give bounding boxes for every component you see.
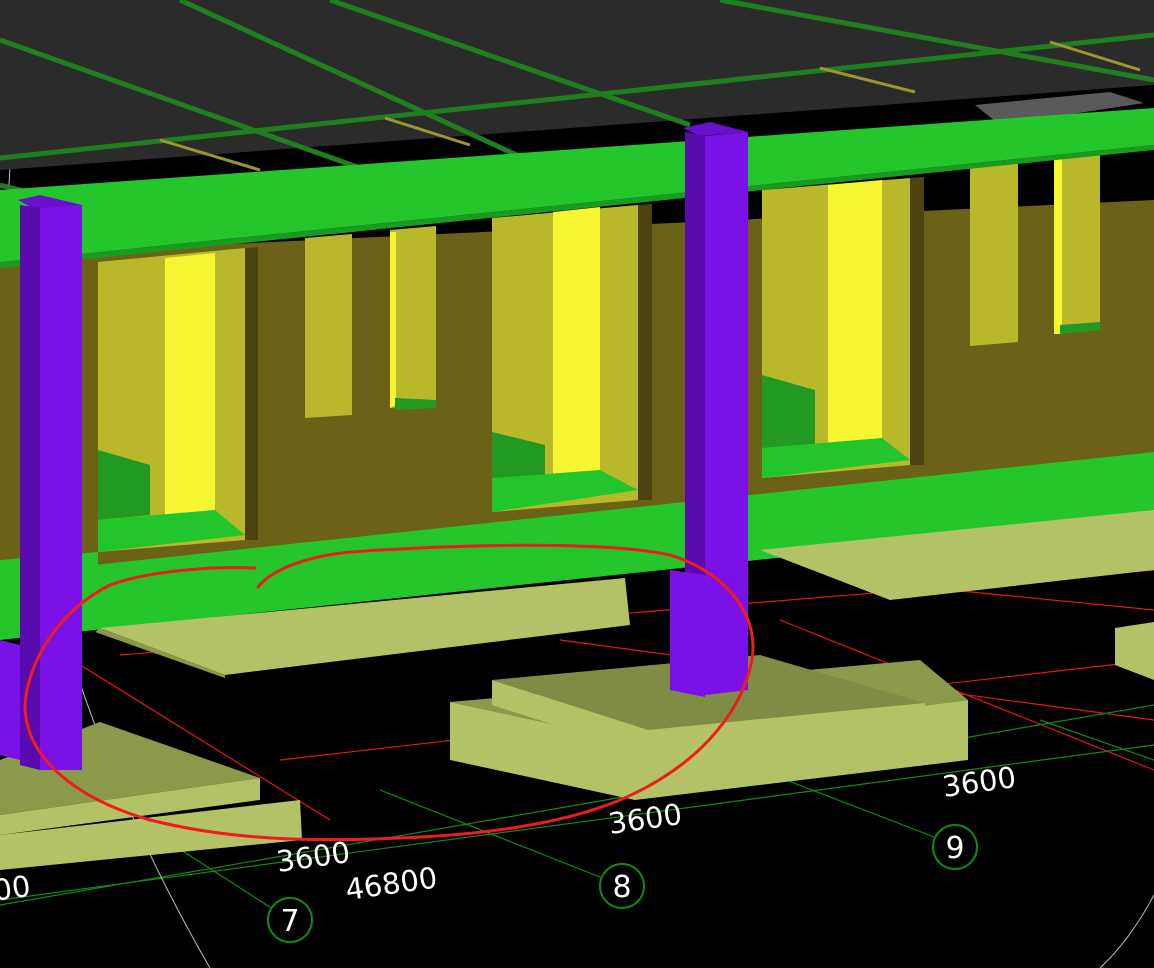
- axis-label-9: 9: [945, 831, 964, 866]
- axis-bubble-7[interactable]: 7: [267, 897, 313, 943]
- dimension-cut-left: 00: [0, 869, 33, 908]
- 3d-model-viewport[interactable]: 00 3600 46800 3600 3600 7 8 9: [0, 0, 1154, 968]
- axis-bubble-9[interactable]: 9: [932, 824, 978, 870]
- axis-label-8: 8: [612, 870, 631, 905]
- axis-bubble-8[interactable]: 8: [599, 863, 645, 909]
- axis-label-7: 7: [280, 904, 299, 939]
